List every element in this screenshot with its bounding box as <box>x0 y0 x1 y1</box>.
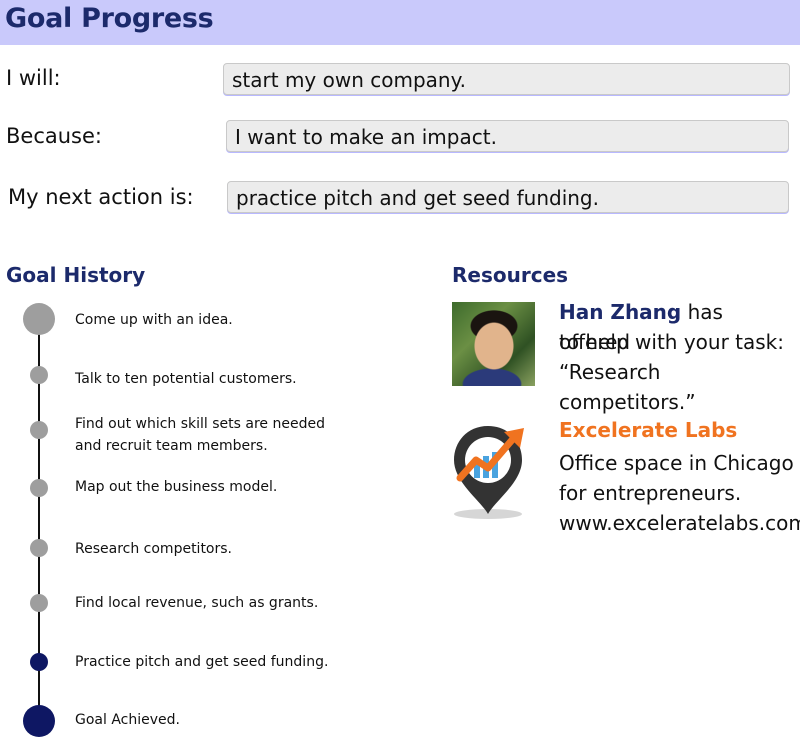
organization-name[interactable]: Excelerate Labs <box>559 418 737 442</box>
page-title: Goal Progress <box>5 3 214 34</box>
timeline-step: Research competitors. <box>75 541 233 557</box>
map-pin-growth-icon <box>454 426 524 519</box>
task-name: “Research competitors.” <box>559 360 696 414</box>
step-dot-current <box>30 653 48 671</box>
timeline-step: Find local revenue, such as grants. <box>75 595 319 611</box>
person-name[interactable]: Han Zhang <box>559 300 681 324</box>
step-dot-completed <box>30 479 48 497</box>
resources-heading: Resources <box>452 263 569 287</box>
will-label: I will: <box>6 66 61 90</box>
step-dot-goal <box>23 705 55 737</box>
because-field[interactable]: I want to make an impact. <box>226 120 789 152</box>
step-dot-completed <box>23 303 55 335</box>
timeline-step: Goal Achieved. <box>75 712 180 728</box>
step-dot-completed <box>30 539 48 557</box>
organization-description: Office space in Chicago <box>559 451 794 475</box>
timeline-step: Map out the business model. <box>75 479 278 495</box>
timeline-step: Practice pitch and get seed funding. <box>75 654 329 670</box>
next-action-field[interactable]: practice pitch and get seed funding. <box>227 181 789 213</box>
step-dot-completed <box>30 594 48 612</box>
header-bar: Goal Progress <box>0 0 800 45</box>
next-action-label: My next action is: <box>8 185 194 209</box>
will-field[interactable]: start my own company. <box>223 63 790 95</box>
step-dot-completed <box>30 421 48 439</box>
timeline-step: Come up with an idea. <box>75 312 233 328</box>
because-label: Because: <box>6 124 102 148</box>
step-dot-completed <box>30 366 48 384</box>
timeline-step: Find out which skill sets are needed and… <box>75 416 325 454</box>
person-offer-line: to help with your task: <box>559 330 784 354</box>
avatar[interactable] <box>452 302 535 386</box>
organization-description: for entrepreneurs. <box>559 481 742 505</box>
organization-url-link[interactable]: www.exceleratelabs.com <box>559 508 800 538</box>
timeline-step: Talk to ten potential customers. <box>75 371 297 387</box>
goal-history-heading: Goal History <box>6 263 146 287</box>
